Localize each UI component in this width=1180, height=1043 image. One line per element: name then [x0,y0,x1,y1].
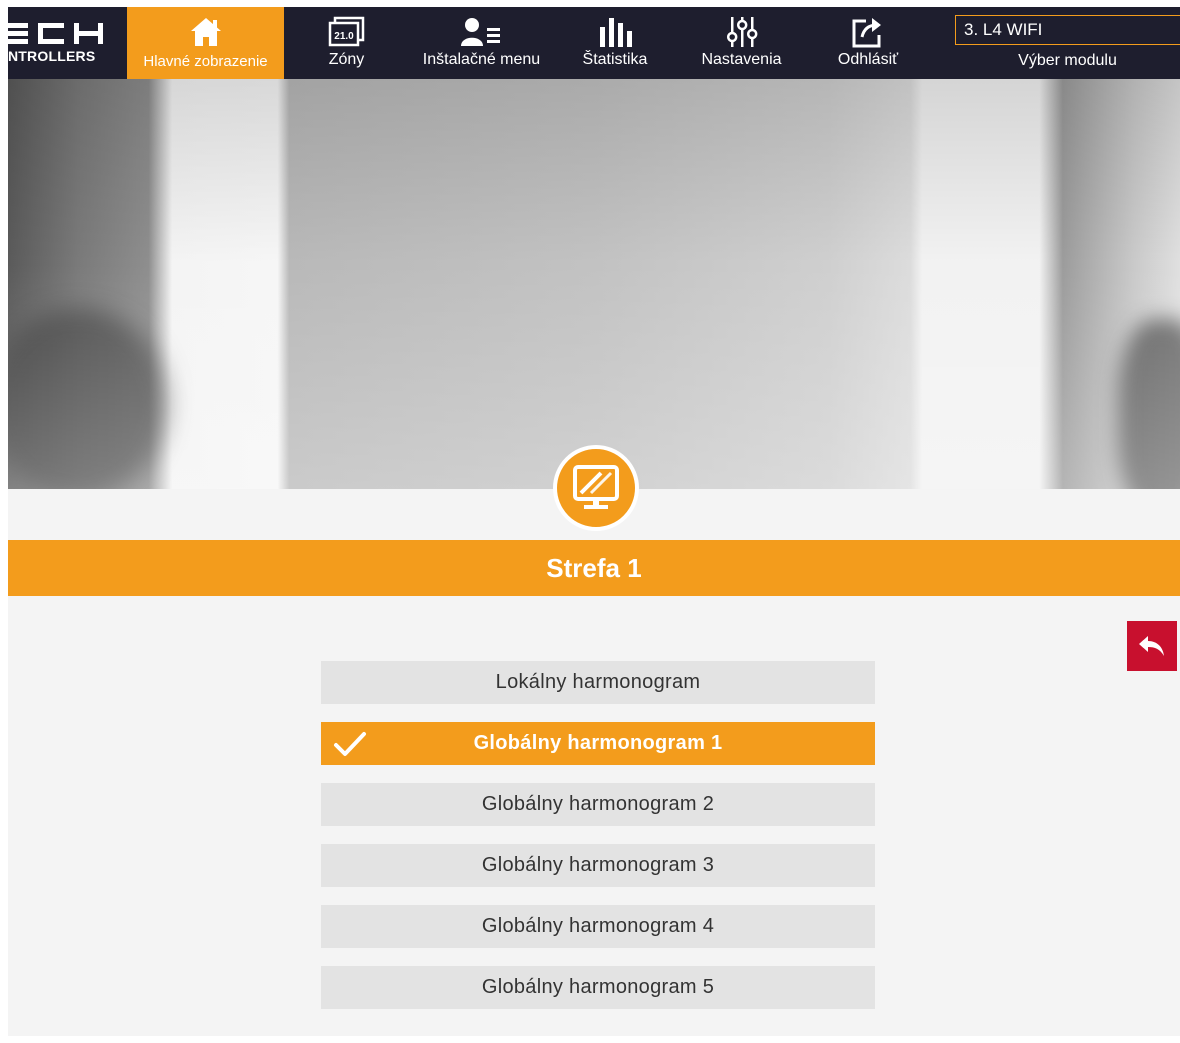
hero-background-image [8,79,1180,489]
schedule-option-label: Lokálny harmonogram [495,671,701,693]
schedule-option-label: Globálny harmonogram 1 [473,732,723,754]
nav-item-settings[interactable]: Nastavenia [676,7,807,79]
back-arrow-icon [1139,636,1164,656]
nav-item-installation-menu[interactable]: Inštalačné menu [409,7,554,79]
screen-icon [553,445,639,531]
nav-label-statistics: Štatistika [582,51,648,68]
user-menu-icon [409,15,554,49]
app-frame: NTROLLERS Hlavné zobrazenie 21.0 Zóny In… [8,7,1180,1036]
schedule-option-global-1[interactable]: Globálny harmonogram 1 [321,722,875,765]
schedule-option-global-5[interactable]: Globálny harmonogram 5 [321,966,875,1009]
back-button[interactable] [1127,621,1177,671]
schedule-option-global-2[interactable]: Globálny harmonogram 2 [321,783,875,826]
nav-item-statistics[interactable]: Štatistika [554,7,676,79]
nav-item-main-view[interactable]: Hlavné zobrazenie [127,7,284,79]
home-icon [127,15,284,49]
schedule-option-global-4[interactable]: Globálny harmonogram 4 [321,905,875,948]
schedule-option-local[interactable]: Lokálny harmonogram [321,661,875,704]
nav-label-logout: Odhlásiť [837,51,899,68]
top-navigation-bar: NTROLLERS Hlavné zobrazenie 21.0 Zóny In… [8,7,1180,79]
schedule-option-label: Globálny harmonogram 2 [481,793,715,815]
zones-icon-text: 21.0 [334,31,354,42]
schedule-option-label: Globálny harmonogram 3 [481,854,715,876]
tech-controllers-logo[interactable]: NTROLLERS [8,7,127,79]
module-select[interactable]: 3. L4 WIFI [955,15,1180,45]
schedule-option-global-3[interactable]: Globálny harmonogram 3 [321,844,875,887]
nav-item-logout[interactable]: Odhlásiť [807,7,929,79]
nav-label-zones: Zóny [328,51,365,68]
zone-title: Strefa 1 [546,553,642,583]
zone-title-bar: Strefa 1 [8,540,1180,596]
sliders-icon [676,15,807,49]
logo-mark [8,23,103,44]
schedule-option-label: Globálny harmonogram 4 [481,915,715,937]
bar-chart-icon [554,15,676,49]
nav-label-installation-menu: Inštalačné menu [422,51,541,68]
nav-label-main-view: Hlavné zobrazenie [143,53,268,70]
logout-icon [807,15,929,49]
nav-item-zones[interactable]: 21.0 Zóny [284,7,409,79]
module-select-label: Výber modulu [1018,52,1117,69]
nav-label-settings: Nastavenia [701,51,782,68]
checkmark-icon [334,732,366,756]
hero-shade [8,79,1180,489]
zones-icon: 21.0 [284,15,409,49]
schedule-option-label: Globálny harmonogram 5 [481,976,715,998]
logo-text: NTROLLERS [8,48,96,64]
